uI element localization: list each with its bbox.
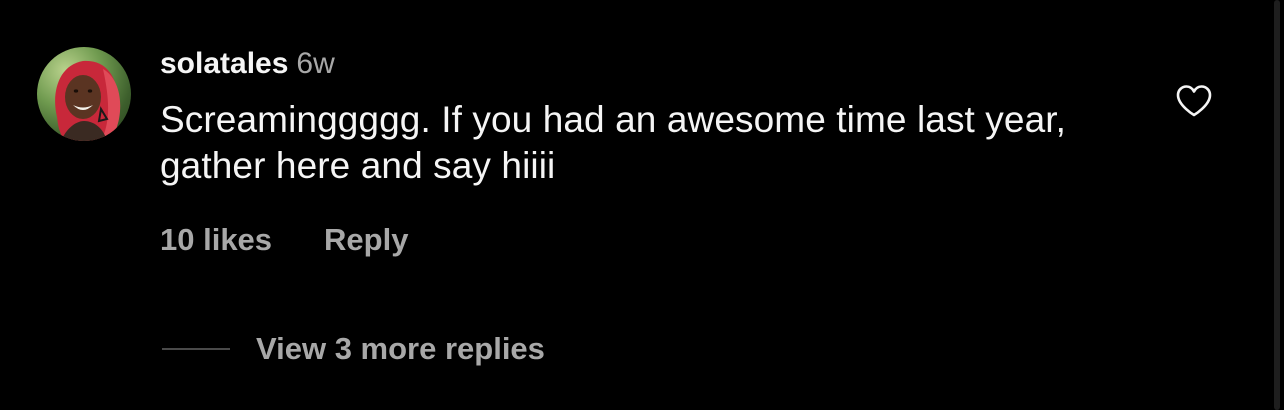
likes-count-link[interactable]: 10 likes <box>160 220 272 260</box>
comment-actions: 10 likes Reply <box>160 220 408 260</box>
view-more-replies-button[interactable]: View 3 more replies <box>162 327 545 371</box>
comment-header: solatales 6w <box>160 44 1160 84</box>
comment-text: Screaminggggg. If you had an awesome tim… <box>160 99 1067 186</box>
scrollbar[interactable] <box>1270 0 1284 410</box>
like-button[interactable] <box>1175 84 1213 118</box>
scrollbar-thumb[interactable] <box>1274 0 1280 410</box>
username-link[interactable]: solatales <box>160 47 288 80</box>
comment-body: solatales 6w Screaminggggg. If you had an… <box>160 44 1160 189</box>
heart-outline-icon <box>1176 85 1212 117</box>
replies-divider-line <box>162 348 230 350</box>
reply-button[interactable]: Reply <box>324 220 408 260</box>
view-more-replies-label: View 3 more replies <box>256 331 545 366</box>
avatar-photo <box>55 60 121 141</box>
comment-item: solatales 6w Screaminggggg. If you had an… <box>0 0 1284 410</box>
avatar[interactable] <box>37 47 131 141</box>
comment-timestamp: 6w <box>296 47 335 80</box>
